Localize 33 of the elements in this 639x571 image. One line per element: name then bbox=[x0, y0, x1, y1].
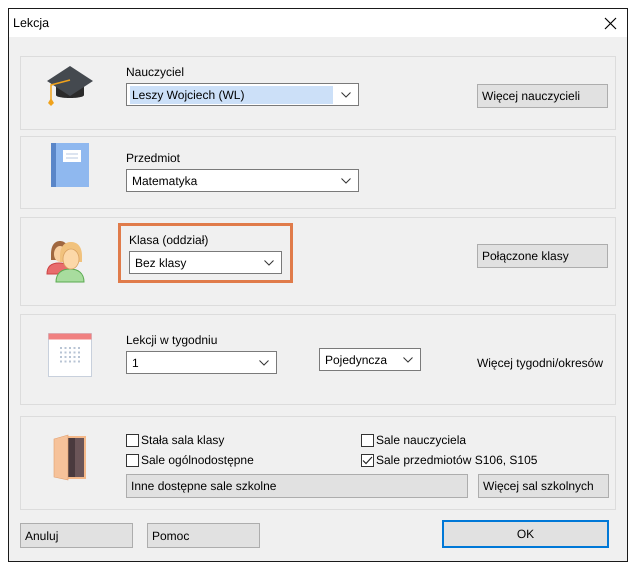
more-rooms-button[interactable]: Więcej sal szkolnych bbox=[478, 474, 609, 498]
chevron-icon bbox=[259, 360, 269, 366]
field-label: Nauczyciel bbox=[126, 65, 186, 79]
chevron-icon bbox=[341, 92, 351, 98]
close-icon[interactable] bbox=[604, 16, 617, 30]
door-icon bbox=[52, 433, 86, 481]
lessons-per-week-dropdown[interactable]: 1 bbox=[126, 351, 277, 374]
checkbox-option[interactable]: Stała sala klasy bbox=[126, 431, 361, 449]
more-weeks-link[interactable]: Więcej tygodni/okresów bbox=[476, 356, 603, 370]
checkbox-option[interactable]: Sale ogólnodostępne bbox=[126, 451, 361, 469]
book-icon bbox=[50, 142, 90, 188]
field-label: Przedmiot bbox=[126, 151, 182, 165]
chevron-icon bbox=[341, 178, 351, 184]
other-rooms-button[interactable]: Inne dostępne sale szkolne bbox=[126, 474, 468, 498]
checkbox-option[interactable]: Sale nauczyciela bbox=[361, 431, 599, 449]
checkbox-option[interactable]: Sale przedmiotów S106, S105 bbox=[361, 451, 599, 469]
subject-dropdown[interactable]: Matematyka bbox=[126, 169, 359, 192]
teacher-dropdown[interactable]: Leszy Wojciech (WL) bbox=[126, 83, 359, 106]
field-label: Klasa (oddział) bbox=[129, 233, 210, 247]
dialog-button[interactable]: Anuluj bbox=[20, 523, 133, 548]
class-dropdown[interactable]: Bez klasy bbox=[129, 251, 282, 274]
window-title: Lekcja bbox=[13, 16, 50, 30]
dialog-button[interactable]: Pomoc bbox=[147, 523, 260, 548]
joined-classes-button[interactable]: Połączone klasy bbox=[477, 244, 608, 268]
more-teachers-button[interactable]: Więcej nauczycieli bbox=[477, 84, 608, 108]
graduation-cap-icon bbox=[46, 65, 94, 107]
checkmark-icon bbox=[362, 456, 373, 464]
chevron-icon bbox=[403, 356, 413, 362]
dialog-button[interactable]: OK bbox=[442, 520, 609, 548]
chevron-icon bbox=[264, 260, 274, 266]
field-label: Lekcji w tygodniu bbox=[126, 333, 218, 347]
calendar-icon bbox=[48, 333, 92, 377]
lesson-type-dropdown[interactable]: Pojedyncza bbox=[319, 348, 421, 371]
